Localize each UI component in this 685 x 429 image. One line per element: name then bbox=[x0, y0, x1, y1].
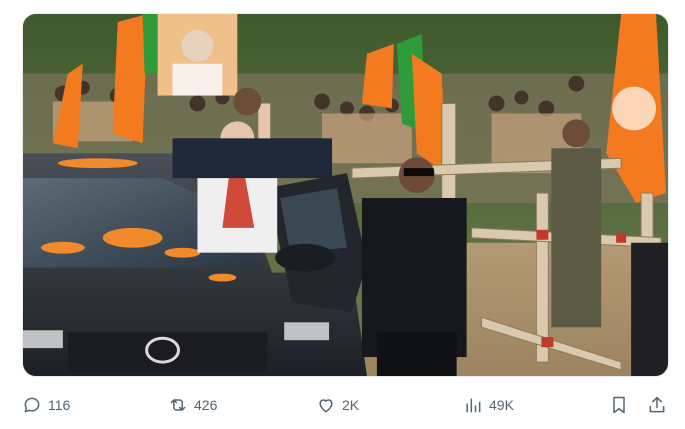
share-button[interactable] bbox=[647, 395, 667, 415]
reply-count: 116 bbox=[48, 397, 71, 413]
views-button[interactable]: 49K bbox=[463, 395, 514, 415]
tweet-media-photo[interactable] bbox=[22, 13, 669, 377]
views-count: 49K bbox=[489, 397, 514, 413]
reply-button[interactable]: 116 bbox=[22, 395, 70, 415]
analytics-icon bbox=[466, 398, 481, 413]
bookmark-icon bbox=[613, 396, 625, 414]
repost-button[interactable]: 426 bbox=[168, 395, 217, 415]
photo-scene bbox=[23, 14, 668, 376]
tweet-action-bar: 116 426 2K 49K bbox=[22, 391, 669, 421]
reply-icon bbox=[24, 397, 40, 413]
heart-icon bbox=[319, 399, 333, 413]
like-button[interactable]: 2K bbox=[316, 395, 359, 415]
repost-icon bbox=[170, 399, 186, 411]
repost-count: 426 bbox=[194, 397, 218, 413]
like-count: 2K bbox=[342, 397, 360, 413]
share-icon bbox=[649, 396, 665, 413]
bookmark-button[interactable] bbox=[609, 395, 629, 415]
